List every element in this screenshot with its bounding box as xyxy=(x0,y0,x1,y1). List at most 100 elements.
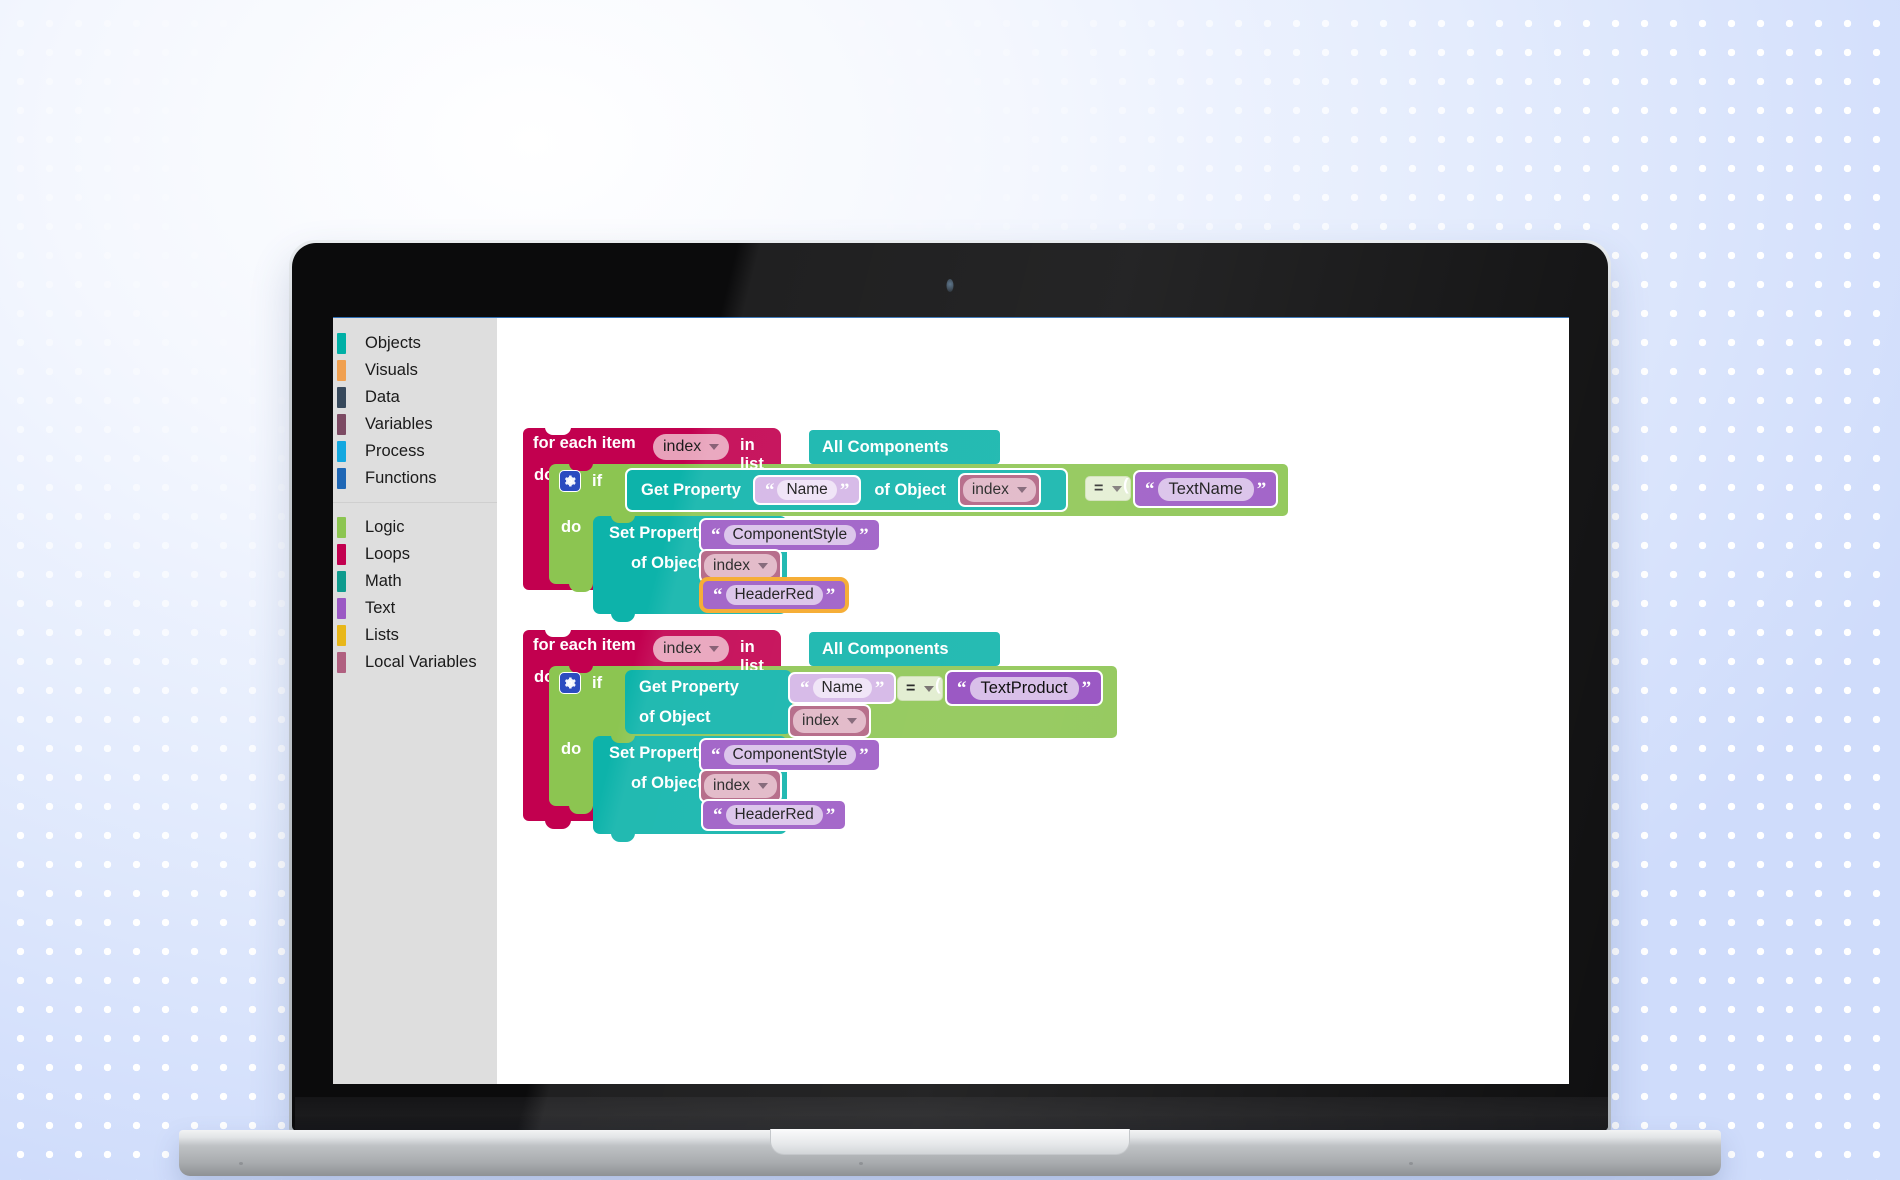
sidebar-item-loops[interactable]: Loops xyxy=(333,541,497,568)
laptop-bezel: Objects Visuals Data Variables Process F… xyxy=(292,243,1608,1131)
set-property-label: Set Property xyxy=(609,524,708,542)
set-object-variable-block-2[interactable]: index xyxy=(699,769,783,803)
object-variable-value: index xyxy=(802,712,840,729)
sidebar-item-data[interactable]: Data xyxy=(333,384,497,411)
quote-close-icon: ” xyxy=(874,677,885,699)
color-swatch-loops xyxy=(337,544,346,565)
sidebar-item-variables[interactable]: Variables xyxy=(333,411,497,438)
all-components-label: All Components xyxy=(822,437,949,456)
of-object-label: of Object xyxy=(631,774,703,792)
object-variable-field[interactable]: index xyxy=(704,774,778,798)
quote-open-icon: “ xyxy=(711,744,721,766)
webcam-icon xyxy=(946,279,954,292)
laptop-lid: Objects Visuals Data Variables Process F… xyxy=(289,240,1611,1134)
loop-2-socket-icon: ( xyxy=(797,636,803,655)
chevron-down-icon[interactable] xyxy=(1016,487,1027,493)
block-notch-bottom xyxy=(545,820,571,829)
quote-close-icon: ” xyxy=(1081,677,1092,699)
operator-symbol: = xyxy=(906,679,916,697)
header-red-value[interactable]: HeaderRed xyxy=(725,805,823,825)
header-red-text-block-2[interactable]: “ HeaderRed ” xyxy=(701,799,848,831)
get-property-label: Get Property xyxy=(639,678,739,696)
object-variable-block-2[interactable]: index xyxy=(788,704,872,738)
chevron-down-icon[interactable] xyxy=(758,563,769,569)
quote-open-icon: “ xyxy=(800,677,810,699)
sidebar-item-math[interactable]: Math xyxy=(333,568,497,595)
sidebar-item-lists[interactable]: Lists xyxy=(333,622,497,649)
block-notch-bottom xyxy=(611,613,635,622)
property-name-value[interactable]: Name xyxy=(812,678,872,698)
chevron-down-icon[interactable] xyxy=(758,783,769,789)
color-swatch-data xyxy=(337,387,346,408)
all-components-block-2[interactable]: All Components xyxy=(809,632,1000,666)
sidebar-item-logic[interactable]: Logic xyxy=(333,514,497,541)
of-object-label: of Object xyxy=(631,554,703,572)
text-value[interactable]: TextName xyxy=(1157,477,1254,501)
component-style-text-block-1[interactable]: “ ComponentStyle ” xyxy=(699,518,881,552)
quote-close-icon: ” xyxy=(825,804,836,826)
variable-field[interactable]: index xyxy=(653,434,730,460)
sidebar-item-text[interactable]: Text xyxy=(333,595,497,622)
property-name-value[interactable]: Name xyxy=(777,480,837,500)
color-swatch-local-variables xyxy=(337,652,346,673)
object-variable-field[interactable]: index xyxy=(962,478,1036,502)
get-property-block-2[interactable]: Get Property of Object xyxy=(625,670,792,734)
color-swatch-logic xyxy=(337,517,346,538)
sidebar-item-local-variables[interactable]: Local Variables xyxy=(333,649,497,676)
chevron-down-icon[interactable] xyxy=(847,718,858,724)
text-value[interactable]: TextProduct xyxy=(969,676,1079,700)
header-red-value[interactable]: HeaderRed xyxy=(725,585,823,605)
sidebar-item-process[interactable]: Process xyxy=(333,438,497,465)
text-block-textname[interactable]: “ TextName ” xyxy=(1133,470,1279,508)
sidebar-item-visuals[interactable]: Visuals xyxy=(333,357,497,384)
variable-field[interactable]: index xyxy=(653,636,730,662)
block-notch-top xyxy=(611,735,635,743)
object-variable-field[interactable]: index xyxy=(793,709,867,733)
object-variable-value: index xyxy=(713,557,751,574)
chevron-down-icon[interactable] xyxy=(709,444,720,450)
header-red-text-block-1[interactable]: “ HeaderRed ” xyxy=(701,579,848,611)
sidebar-item-label: Visuals xyxy=(365,361,418,379)
set-object-variable-block-1[interactable]: index xyxy=(699,549,783,583)
loop-2-variable-dropdown[interactable]: index xyxy=(653,636,730,662)
component-style-text-block-2[interactable]: “ ComponentStyle ” xyxy=(699,738,881,772)
color-swatch-variables xyxy=(337,414,346,435)
sidebar-item-label: Lists xyxy=(365,626,399,644)
sidebar-item-label: Local Variables xyxy=(365,653,477,671)
get-property-block-1[interactable]: Get Property “ Name ” of Object index xyxy=(625,468,1068,512)
chevron-down-icon[interactable] xyxy=(709,646,720,652)
variable-name: index xyxy=(663,640,702,657)
loop-1-socket-icon: ( xyxy=(797,434,803,453)
quote-close-icon: ” xyxy=(839,479,850,501)
of-object-label: of Object xyxy=(874,480,946,499)
object-variable-field[interactable]: index xyxy=(704,554,778,578)
sidebar-item-objects[interactable]: Objects xyxy=(333,330,497,357)
sidebar-item-functions[interactable]: Functions xyxy=(333,465,497,492)
block-notch-bottom xyxy=(569,583,593,592)
object-variable-block-1[interactable]: index xyxy=(957,473,1041,507)
blocks-canvas[interactable]: for each item do index in list (All Com… xyxy=(497,318,1569,1084)
lid-bottom-chin xyxy=(295,1097,1608,1131)
quote-open-icon: “ xyxy=(713,804,723,826)
gear-icon[interactable] xyxy=(559,672,581,694)
loop-prefix-label: for each item xyxy=(533,635,636,654)
gear-icon[interactable] xyxy=(559,470,581,492)
operator-socket-icon-1: ( xyxy=(1123,475,1129,494)
component-style-value[interactable]: ComponentStyle xyxy=(723,525,857,545)
chevron-down-icon[interactable] xyxy=(924,685,935,692)
chevron-down-icon[interactable] xyxy=(1112,485,1123,492)
color-swatch-process xyxy=(337,441,346,462)
color-swatch-math xyxy=(337,571,346,592)
quote-open-icon: “ xyxy=(713,584,723,606)
all-components-block-1[interactable]: All Components xyxy=(809,430,1000,464)
property-name-text-block-1[interactable]: “ Name ” xyxy=(752,475,862,505)
palette-group-components: Objects Visuals Data Variables Process F… xyxy=(333,318,497,498)
component-style-value[interactable]: ComponentStyle xyxy=(723,745,857,765)
quote-open-icon: “ xyxy=(764,479,775,501)
loop-1-variable-dropdown[interactable]: index xyxy=(653,434,730,460)
color-swatch-visuals xyxy=(337,360,346,381)
operator-socket-icon-2: ( xyxy=(935,675,941,694)
sidebar-item-label: Data xyxy=(365,388,400,406)
text-block-textproduct[interactable]: “ TextProduct ” xyxy=(945,670,1104,706)
property-name-text-block-2[interactable]: “ Name ” xyxy=(788,672,897,704)
